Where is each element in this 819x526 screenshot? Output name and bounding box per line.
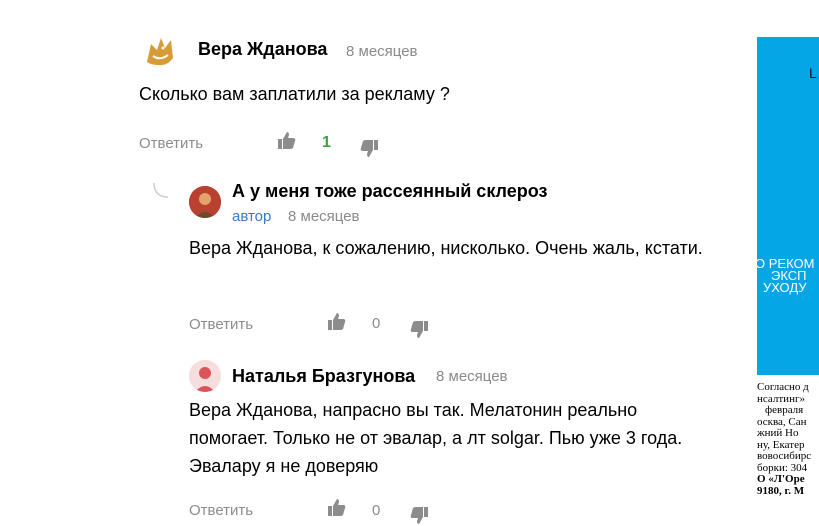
thumbs-up-icon[interactable] [326,497,348,519]
reply-button[interactable]: Ответить [189,316,253,333]
like-count: 1 [322,134,331,151]
thumbs-up-icon[interactable] [326,311,348,333]
reply-button[interactable]: Ответить [139,135,203,152]
thumbs-down-icon[interactable] [408,318,430,340]
comment-author[interactable]: Вера Жданова [198,39,327,60]
avatar[interactable] [189,360,221,392]
thumbs-down-icon[interactable] [408,504,430,526]
ad-banner[interactable]: L О РЕКОМ ЭКСП УХОДУ [757,37,819,375]
thumbs-down-icon[interactable] [358,137,380,159]
fine-print-line: О «Л'Оре [757,473,805,485]
like-count: 0 [372,502,381,519]
person-avatar-icon [189,186,221,218]
comment-text: Вера Жданова, к сожалению, нисколько. Оч… [189,238,703,258]
comment-time: 8 месяцев [346,43,418,60]
ad-fine-print: Согласно д нсалтинг» февраля осква, Сан … [757,382,819,517]
fine-print-line: 9180, г. М [757,484,805,497]
author-badge: автор [232,208,272,225]
fine-print-line: Согласно д [757,382,809,393]
avatar[interactable] [137,28,183,74]
fine-print-line: февраля [765,404,804,416]
comment-time: 8 месяцев [288,208,360,225]
ad-letter: L [809,65,817,81]
like-count: 0 [372,315,381,332]
thumbs-up-icon[interactable] [276,130,298,152]
avatar[interactable] [189,186,221,218]
fine-print-line: жний Но [757,427,799,439]
comment-author[interactable]: Наталья Бразгунова [232,366,415,387]
comment-text: Сколько вам заплатили за рекламу ? [139,84,450,104]
fine-print-line: вовосибирс [757,450,812,462]
person-avatar-icon [189,360,221,392]
fox-avatar-icon [138,29,182,73]
thread-connector [153,183,169,198]
comment-time: 8 месяцев [436,368,508,385]
comment-text: Вера Жданова, напрасно вы так. Мелатонин… [189,400,683,476]
reply-button[interactable]: Ответить [189,502,253,519]
ad-line: УХОДУ [763,280,807,295]
comment-author[interactable]: А у меня тоже рассеянный склероз [232,181,547,202]
